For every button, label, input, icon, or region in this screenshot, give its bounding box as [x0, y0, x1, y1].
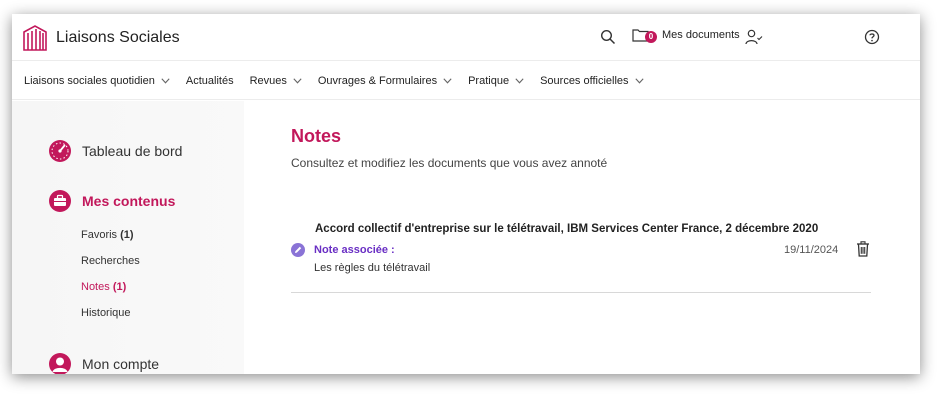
sidebar-item-dashboard[interactable]: Tableau de bord — [48, 139, 182, 163]
documents-count-badge: 0 — [645, 31, 657, 43]
sidebar-subitem-notes[interactable]: Notes (1) — [81, 281, 126, 293]
my-documents-label: Mes documents — [662, 29, 740, 41]
sidebar-subitem-historique[interactable]: Historique — [81, 307, 131, 319]
gauge-icon — [49, 140, 71, 162]
user-avatar-icon — [49, 353, 71, 374]
nav-item-label: Liaisons sociales quotidien — [24, 74, 155, 87]
nav-item-liaisons-sociales-quotidien[interactable]: Liaisons sociales quotidien — [24, 75, 170, 87]
search-icon[interactable] — [600, 29, 616, 45]
sidebar-item-my-account[interactable]: Mon compte — [48, 352, 159, 374]
nav-item-label: Sources officielles — [540, 74, 629, 87]
pencil-icon — [291, 243, 305, 257]
nav-item-label: Actualités — [185, 74, 234, 87]
chevron-down-icon — [293, 77, 302, 84]
chevron-down-icon — [515, 77, 524, 84]
nav-item-label: Revues — [249, 74, 287, 87]
app-window: Liaisons Sociales 0 Mes documents Liaiso… — [12, 14, 920, 374]
page-title: Notes — [291, 126, 342, 146]
help-icon[interactable] — [864, 29, 880, 45]
sidebar-subitem-favoris[interactable]: Favoris (1) — [81, 229, 134, 241]
sidebar-subitem-count: (1) — [120, 229, 134, 241]
top-bar: Liaisons Sociales 0 Mes documents — [12, 14, 920, 61]
sidebar-subitem-count: (1) — [112, 281, 127, 293]
nav-item-label: Pratique — [468, 74, 510, 87]
page-subtitle: Consultez et modifiez les documents que … — [291, 156, 608, 170]
trash-icon[interactable] — [856, 241, 870, 257]
sidebar-item-my-contents[interactable]: Mes contenus — [48, 189, 175, 213]
briefcase-icon — [49, 190, 71, 212]
my-documents-link[interactable]: 0 Mes documents — [632, 28, 740, 43]
nav-item-actualites[interactable]: Actualités — [186, 75, 234, 87]
nav-item-pratique[interactable]: Pratique — [468, 75, 524, 87]
main-nav: Liaisons sociales quotidien Actualités Rev… — [12, 62, 920, 100]
nav-item-label: Ouvrages & Formulaires — [317, 74, 438, 87]
sidebar-subitem-label: Notes — [81, 281, 110, 293]
chevron-down-icon — [443, 77, 452, 84]
user-check-icon[interactable] — [745, 29, 763, 45]
nav-item-ouvrages-formulaires[interactable]: Ouvrages & Formulaires — [318, 75, 452, 87]
sidebar-my-contents-label: Mes contenus — [82, 193, 176, 209]
note-label: Note associée : — [314, 244, 395, 256]
note-card: Accord collectif d'entreprise sur le tél… — [291, 213, 871, 293]
main-content: Notes Consultez et modifiez les document… — [244, 101, 920, 374]
brand[interactable]: Liaisons Sociales — [22, 23, 180, 53]
sidebar-my-account-label: Mon compte — [82, 356, 160, 372]
brand-logo-icon — [23, 25, 47, 51]
sidebar-subitem-label: Historique — [81, 307, 131, 319]
sidebar: Tableau de bord Mes contenus Favoris (1)… — [12, 101, 244, 374]
sidebar-dashboard-label: Tableau de bord — [82, 143, 183, 159]
chevron-down-icon — [161, 77, 170, 84]
note-document-title-link[interactable]: Accord collectif d'entreprise sur le tél… — [315, 223, 818, 235]
note-text[interactable]: Les règles du télétravail — [314, 262, 430, 274]
sidebar-subitem-label: Favoris — [81, 229, 118, 241]
note-date: 19/11/2024 — [784, 244, 839, 256]
nav-item-revues[interactable]: Revues — [250, 75, 302, 87]
sidebar-subitem-recherches[interactable]: Recherches — [81, 255, 140, 267]
chevron-down-icon — [634, 77, 644, 84]
brand-name: Liaisons Sociales — [56, 29, 180, 46]
folder-icon: 0 — [632, 28, 657, 43]
sidebar-subitem-label: Recherches — [81, 255, 140, 267]
nav-item-sources-officielles[interactable]: Sources officielles — [540, 74, 644, 87]
